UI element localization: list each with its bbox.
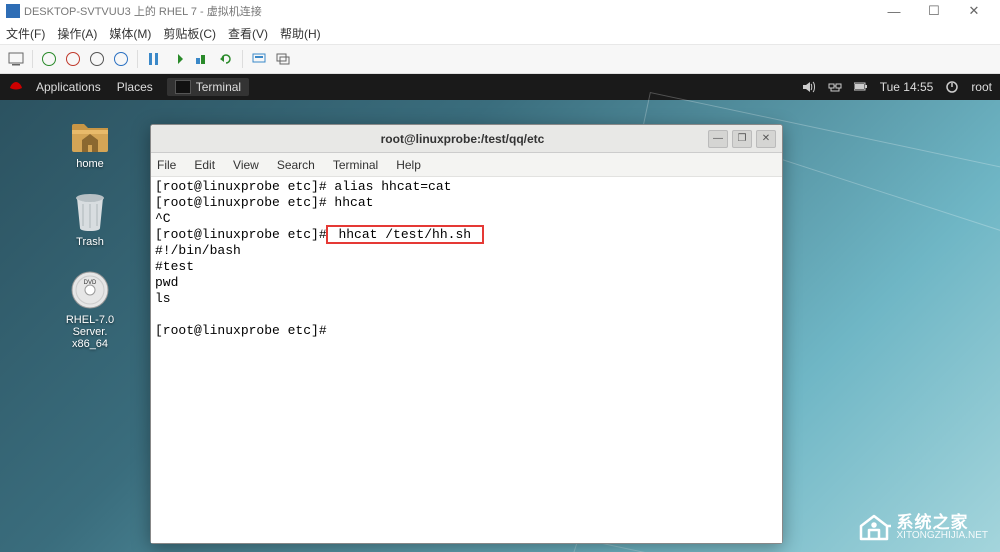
watermark-logo-icon (857, 512, 891, 542)
terminal-title: root@linuxprobe:/test/qq/etc (217, 132, 708, 146)
places-menu[interactable]: Places (109, 80, 161, 94)
terminal-minimize-button[interactable]: — (708, 130, 728, 148)
network-icon[interactable] (828, 80, 842, 94)
terminal-close-button[interactable]: ✕ (756, 130, 776, 148)
host-titlebar: DESKTOP-SVTVUU3 上的 RHEL 7 - 虚拟机连接 — ☐ ✕ (0, 0, 1000, 22)
save-button[interactable] (111, 49, 131, 69)
host-minimize-button[interactable]: — (874, 1, 914, 21)
revert-button[interactable] (216, 49, 236, 69)
terminal-menu-edit[interactable]: Edit (194, 158, 215, 172)
term-line: [root@linuxprobe etc]# (155, 227, 327, 242)
host-menu-file[interactable]: 文件(F) (6, 25, 45, 42)
ctrl-alt-del-button[interactable] (6, 49, 26, 69)
term-line: pwd (155, 275, 178, 290)
toolbar-separator (32, 50, 33, 68)
terminal-body[interactable]: [root@linuxprobe etc]# alias hhcat=cat [… (151, 177, 782, 543)
toolbar-separator (242, 50, 243, 68)
host-menu-action[interactable]: 操作(A) (57, 25, 97, 42)
terminal-menu-help[interactable]: Help (396, 158, 421, 172)
red-hat-icon (8, 79, 24, 95)
term-line: [root@linuxprobe etc]# hhcat (155, 195, 373, 210)
highlighted-command: hhcat /test/hh.sh (326, 225, 484, 244)
terminal-menu-search[interactable]: Search (277, 158, 315, 172)
host-menu-help[interactable]: 帮助(H) (280, 25, 321, 42)
host-menu-media[interactable]: 媒体(M) (109, 25, 151, 42)
shutdown-button[interactable] (87, 49, 107, 69)
vm-desktop[interactable]: Applications Places Terminal Tue 14:55 r… (0, 74, 1000, 552)
vm-app-icon (6, 4, 20, 18)
terminal-icon (175, 80, 191, 94)
rhel-disc-icon[interactable]: DVD RHEL-7.0 Server. x86_64 (50, 270, 130, 350)
share-button[interactable] (249, 49, 269, 69)
pause-button[interactable] (144, 49, 164, 69)
home-label: home (76, 158, 104, 170)
host-menubar: 文件(F) 操作(A) 媒体(M) 剪贴板(C) 查看(V) 帮助(H) (0, 22, 1000, 44)
volume-icon[interactable] (802, 80, 816, 94)
desktop-icons: home Trash DVD RHEL-7.0 Server. x86_64 (50, 114, 130, 350)
trash-icon[interactable]: Trash (50, 192, 130, 248)
host-menu-view[interactable]: 查看(V) (228, 25, 268, 42)
user-menu[interactable]: root (971, 80, 992, 94)
term-line: #!/bin/bash (155, 243, 241, 258)
watermark: 系统之家 XITONGZHIJIA.NET (857, 512, 989, 542)
terminal-titlebar[interactable]: root@linuxprobe:/test/qq/etc — ❐ ✕ (151, 125, 782, 153)
enhanced-button[interactable] (273, 49, 293, 69)
term-prompt: [root@linuxprobe etc]# (155, 323, 334, 338)
gnome-tray: Tue 14:55 root (802, 80, 992, 94)
battery-icon[interactable] (854, 80, 868, 94)
start-button[interactable] (39, 49, 59, 69)
host-title: DESKTOP-SVTVUU3 上的 RHEL 7 - 虚拟机连接 (24, 3, 262, 19)
reset-button[interactable] (168, 49, 188, 69)
terminal-menubar: File Edit View Search Terminal Help (151, 153, 782, 177)
host-maximize-button[interactable]: ☐ (914, 1, 954, 21)
applications-menu[interactable]: Applications (28, 80, 109, 94)
rhel-label-1: RHEL-7.0 Server. (50, 314, 130, 338)
power-icon[interactable] (945, 80, 959, 94)
host-menu-clipboard[interactable]: 剪贴板(C) (163, 25, 216, 42)
watermark-text: 系统之家 (897, 514, 989, 531)
clock[interactable]: Tue 14:55 (880, 80, 934, 94)
term-line: ls (155, 291, 171, 306)
taskbar-terminal[interactable]: Terminal (167, 78, 249, 96)
turnoff-button[interactable] (63, 49, 83, 69)
host-close-button[interactable]: ✕ (954, 1, 994, 21)
terminal-menu-terminal[interactable]: Terminal (333, 158, 378, 172)
svg-text:DVD: DVD (84, 280, 97, 286)
terminal-maximize-button[interactable]: ❐ (732, 130, 752, 148)
checkpoint-button[interactable] (192, 49, 212, 69)
terminal-menu-file[interactable]: File (157, 158, 176, 172)
home-icon[interactable]: home (50, 114, 130, 170)
gnome-top-bar: Applications Places Terminal Tue 14:55 r… (0, 74, 1000, 100)
term-line: #test (155, 259, 194, 274)
terminal-window: root@linuxprobe:/test/qq/etc — ❐ ✕ File … (150, 124, 783, 544)
term-line: [root@linuxprobe etc]# alias hhcat=cat (155, 179, 451, 194)
toolbar-separator (137, 50, 138, 68)
rhel-label-2: x86_64 (72, 338, 108, 350)
trash-label: Trash (76, 236, 104, 248)
watermark-url: XITONGZHIJIA.NET (897, 531, 989, 541)
term-line: ^C (155, 211, 171, 226)
terminal-menu-view[interactable]: View (233, 158, 259, 172)
taskbar-terminal-label: Terminal (196, 80, 241, 94)
host-toolbar (0, 44, 1000, 74)
